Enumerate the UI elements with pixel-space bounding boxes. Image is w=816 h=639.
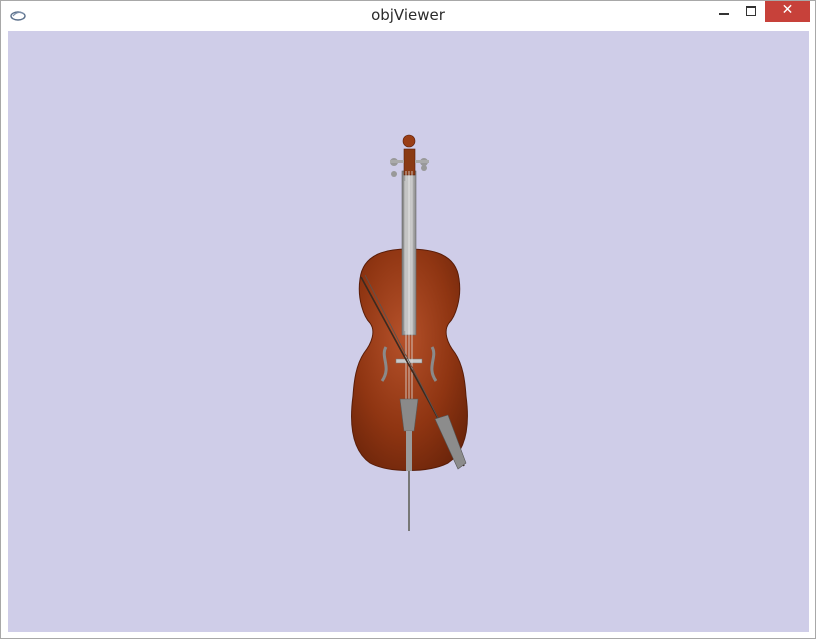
neck-strip	[404, 181, 407, 331]
close-button[interactable]: ✕	[765, 1, 810, 22]
title-bar[interactable]: objViewer ✕	[1, 1, 815, 31]
scroll	[402, 134, 416, 148]
cello-model	[351, 134, 468, 531]
close-icon: ✕	[781, 2, 794, 18]
minimize-button[interactable]	[713, 1, 735, 22]
app-window: objViewer ✕	[0, 0, 816, 639]
maximize-icon	[746, 6, 756, 16]
maximize-button[interactable]	[739, 1, 763, 22]
window-title: objViewer	[371, 6, 445, 24]
render-viewport[interactable]	[8, 31, 809, 632]
minimize-icon	[719, 13, 729, 15]
